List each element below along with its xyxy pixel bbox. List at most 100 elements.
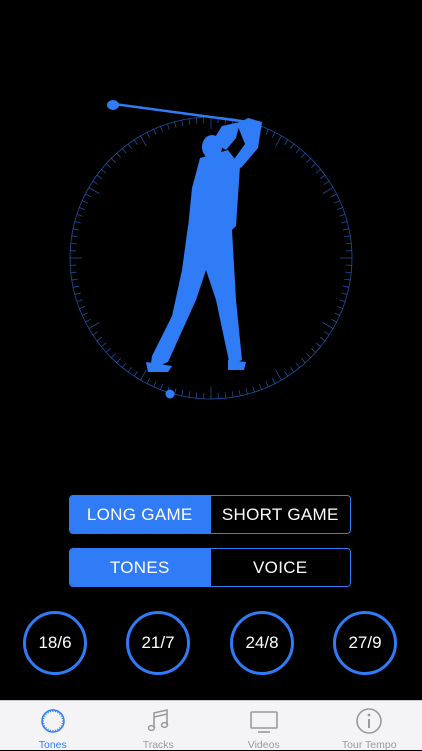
dial-tick <box>175 388 177 394</box>
tempo-24-8-button[interactable]: 24/8 <box>230 611 294 675</box>
dial-tick <box>232 391 233 397</box>
tempo-21-7-button[interactable]: 21/7 <box>126 611 190 675</box>
dial-tick <box>266 381 268 386</box>
tab-tour-tempo[interactable]: Tour Tempo <box>317 701 422 750</box>
dial-tick <box>246 388 248 394</box>
dial-tick <box>73 229 79 230</box>
dial-tick <box>331 319 336 322</box>
dial-tick <box>324 332 329 335</box>
dial-tick <box>182 120 183 126</box>
dial-icon <box>38 706 68 736</box>
dial-tick <box>290 367 294 372</box>
dial-tick <box>196 118 197 124</box>
dial-tick <box>272 378 275 383</box>
dial-tick <box>316 343 321 347</box>
dial-tick <box>175 122 177 128</box>
dial-tick <box>71 243 77 244</box>
dial-tick <box>160 126 162 132</box>
dial-tick <box>345 272 351 273</box>
dial-tick <box>134 371 137 376</box>
dial-tick <box>75 293 81 295</box>
dial-tick <box>316 169 321 173</box>
dial-tick <box>323 188 333 194</box>
game-short-game-button[interactable]: SHORT GAME <box>210 496 351 533</box>
dial-tick <box>334 313 339 315</box>
dial-tick <box>160 384 162 390</box>
info-icon <box>354 706 384 736</box>
dial-tick <box>147 378 150 383</box>
dial-tick <box>306 353 310 357</box>
dial-tick <box>111 158 115 162</box>
dial-tick <box>182 390 183 396</box>
tab-tracks[interactable]: Tracks <box>106 701 212 750</box>
game-long-game-button[interactable]: LONG GAME <box>70 496 210 533</box>
dial-tick <box>339 300 345 302</box>
dial-tick <box>341 222 347 224</box>
dial-tick <box>285 140 288 145</box>
dial-tick <box>189 119 190 125</box>
dial-tick <box>225 392 226 398</box>
dial-tick <box>75 222 81 224</box>
dial-tick <box>323 323 333 329</box>
tab-tones[interactable]: Tones <box>0 701 106 750</box>
dial-tick <box>128 144 132 149</box>
dial-tick <box>97 175 102 179</box>
dial-tick <box>77 300 83 302</box>
tempo-18-6-button[interactable]: 18/6 <box>23 611 87 675</box>
dial-tick <box>301 358 305 362</box>
dial-tick <box>296 363 300 368</box>
dial-tick <box>266 129 268 134</box>
dial-tick <box>122 363 126 368</box>
dial-tick <box>306 158 310 162</box>
dial-tick <box>122 148 126 153</box>
dial-tick <box>141 370 147 380</box>
dial-tick <box>344 279 350 280</box>
dial-tick <box>320 175 325 179</box>
dial-tick <box>141 136 147 146</box>
dial-tick <box>320 337 325 341</box>
dial-tick <box>343 229 349 230</box>
tv-icon <box>249 706 279 736</box>
dial-tick <box>272 132 275 137</box>
dial-tick <box>117 358 121 362</box>
dial-tick <box>82 201 87 203</box>
dial-tick <box>134 140 137 145</box>
dial-tick <box>101 343 106 347</box>
dial-tick <box>79 207 85 209</box>
dial-tick <box>147 132 150 137</box>
dial-tick <box>79 306 85 308</box>
dial-tick <box>253 386 255 392</box>
dial-tick <box>341 293 347 295</box>
dial-tick <box>311 164 315 168</box>
audio-mode-segmented-control: TONESVOICE <box>69 548 351 587</box>
tempo-ratio-row: 18/6 21/7 24/8 27/9 <box>0 611 422 675</box>
dial-tick <box>93 181 98 184</box>
dial-tick <box>311 348 315 352</box>
dial-tick <box>111 353 115 357</box>
mode-tones-button[interactable]: TONES <box>70 549 210 586</box>
dial-tick <box>154 129 156 134</box>
dial-tick <box>97 337 102 341</box>
dial-tick <box>89 188 99 194</box>
dial-tick <box>196 392 197 398</box>
dial-tick <box>72 279 78 280</box>
dial-tick <box>290 144 294 149</box>
dial-tick <box>339 214 345 216</box>
dial-tick <box>345 243 351 244</box>
dial-tick <box>82 313 87 315</box>
tab-label: Tour Tempo <box>342 739 397 751</box>
dial-indicator-dot <box>166 390 175 399</box>
music-note-icon <box>143 706 173 736</box>
golfer-icon <box>107 100 262 372</box>
mode-voice-button[interactable]: VOICE <box>210 549 351 586</box>
dial-tick <box>189 391 190 397</box>
tab-videos[interactable]: Videos <box>211 701 317 750</box>
dial-tick <box>344 236 350 237</box>
dial-tick <box>106 348 110 352</box>
tempo-27-9-button[interactable]: 27/9 <box>333 611 397 675</box>
dial-tick <box>301 153 305 157</box>
dial-tick <box>296 148 300 153</box>
tab-label: Tones <box>39 739 67 751</box>
dial-tick <box>285 371 288 376</box>
dial-tick <box>259 384 261 390</box>
